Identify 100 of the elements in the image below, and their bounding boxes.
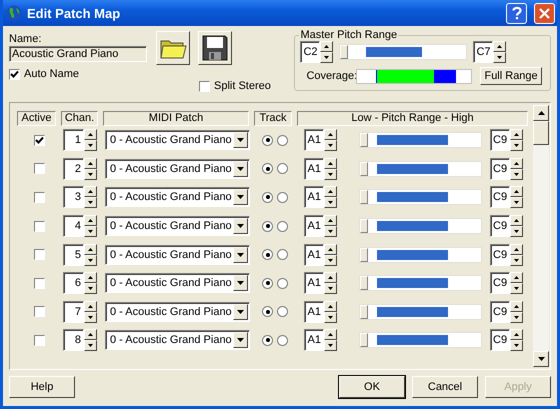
spin-buttons[interactable]	[84, 272, 97, 294]
midi-patch-dropdown[interactable]: 0 - Acoustic Grand Piano	[105, 273, 250, 294]
high-pitch-field[interactable]: C9	[490, 244, 510, 266]
low-pitch-field[interactable]: C2	[300, 41, 320, 63]
auto-name-checkbox[interactable]	[9, 68, 20, 80]
low-pitch-field[interactable]: A1	[304, 129, 324, 152]
spin-buttons[interactable]	[324, 129, 337, 152]
spin-buttons[interactable]	[324, 215, 337, 238]
low-pitch-field[interactable]: A1	[304, 244, 324, 266]
high-pitch-field[interactable]: C9	[490, 158, 510, 180]
spin-buttons[interactable]	[510, 129, 523, 152]
track-radio[interactable]	[262, 278, 273, 289]
pitch-range-slider[interactable]	[339, 44, 468, 60]
active-checkbox[interactable]	[34, 220, 44, 232]
spin-buttons[interactable]	[84, 129, 97, 152]
track-radio[interactable]	[262, 249, 273, 260]
track-radio[interactable]	[277, 163, 288, 174]
low-pitch-field[interactable]: A1	[304, 329, 324, 352]
spin-buttons[interactable]	[510, 272, 523, 294]
spin-buttons[interactable]	[84, 215, 97, 238]
low-pitch-field[interactable]: A1	[304, 186, 324, 208]
channel-field[interactable]: 2	[63, 158, 84, 180]
track-radio[interactable]	[262, 220, 273, 232]
channel-field[interactable]: 1	[63, 129, 84, 152]
spin-buttons[interactable]	[510, 215, 523, 238]
spin-buttons[interactable]	[84, 244, 97, 266]
active-checkbox[interactable]	[34, 306, 44, 318]
low-pitch-field[interactable]: A1	[304, 300, 324, 323]
spin-buttons[interactable]	[324, 244, 337, 266]
pitch-range-slider[interactable]	[359, 332, 482, 348]
dialog-button[interactable]: Help	[9, 376, 75, 398]
midi-patch-dropdown[interactable]: 0 - Acoustic Grand Piano	[105, 330, 250, 350]
track-radio[interactable]	[277, 334, 288, 346]
full-range-button[interactable]: Full Range	[480, 67, 542, 85]
track-radio[interactable]	[277, 306, 288, 318]
track-radio[interactable]	[262, 134, 273, 146]
track-radio[interactable]	[277, 278, 288, 289]
midi-patch-dropdown[interactable]: 0 - Acoustic Grand Piano	[105, 244, 250, 265]
active-checkbox[interactable]	[34, 334, 44, 346]
close-button[interactable]	[534, 2, 555, 24]
track-radio[interactable]	[262, 163, 273, 174]
high-pitch-field[interactable]: C9	[490, 129, 510, 152]
active-checkbox[interactable]	[34, 134, 44, 146]
spin-buttons[interactable]	[493, 41, 506, 63]
track-radio[interactable]	[277, 220, 288, 232]
name-field[interactable]: Acoustic Grand Piano	[9, 46, 147, 62]
spin-buttons[interactable]	[320, 41, 334, 63]
channel-field[interactable]: 5	[63, 244, 84, 266]
pitch-range-slider[interactable]	[359, 218, 482, 234]
active-checkbox[interactable]	[34, 192, 44, 203]
split-stereo-checkbox[interactable]	[199, 80, 210, 92]
midi-patch-dropdown[interactable]: 0 - Acoustic Grand Piano	[105, 158, 250, 179]
midi-patch-dropdown[interactable]: 0 - Acoustic Grand Piano	[105, 302, 250, 322]
spin-buttons[interactable]	[84, 300, 97, 323]
pitch-range-slider[interactable]	[359, 246, 482, 263]
active-checkbox[interactable]	[34, 249, 44, 260]
open-button[interactable]	[156, 31, 190, 65]
channel-field[interactable]: 4	[63, 215, 84, 238]
spin-buttons[interactable]	[510, 158, 523, 180]
track-radio[interactable]	[262, 192, 273, 203]
vertical-scrollbar[interactable]	[533, 105, 549, 367]
spin-buttons[interactable]	[510, 186, 523, 208]
spin-buttons[interactable]	[84, 158, 97, 180]
track-radio[interactable]	[277, 134, 288, 146]
active-checkbox[interactable]	[34, 163, 44, 174]
low-pitch-field[interactable]: A1	[304, 272, 324, 294]
channel-field[interactable]: 8	[63, 329, 84, 352]
track-radio[interactable]	[262, 306, 273, 318]
active-checkbox[interactable]	[34, 278, 44, 289]
spin-buttons[interactable]	[324, 300, 337, 323]
pitch-range-slider[interactable]	[359, 275, 482, 292]
spin-buttons[interactable]	[510, 300, 523, 323]
help-button[interactable]	[506, 2, 527, 24]
spin-buttons[interactable]	[84, 186, 97, 208]
spin-buttons[interactable]	[324, 272, 337, 294]
channel-field[interactable]: 3	[63, 186, 84, 208]
channel-field[interactable]: 7	[63, 300, 84, 323]
channel-field[interactable]: 6	[63, 272, 84, 294]
high-pitch-field[interactable]: C9	[490, 272, 510, 294]
high-pitch-field[interactable]: C9	[490, 329, 510, 352]
pitch-range-slider[interactable]	[359, 160, 482, 177]
midi-patch-dropdown[interactable]: 0 - Acoustic Grand Piano	[105, 187, 250, 208]
high-pitch-field[interactable]: C9	[490, 186, 510, 208]
midi-patch-dropdown[interactable]: 0 - Acoustic Grand Piano	[105, 216, 250, 236]
high-pitch-field[interactable]: C7	[473, 41, 494, 63]
dialog-button[interactable]: Cancel	[412, 376, 478, 398]
low-pitch-field[interactable]: A1	[304, 215, 324, 238]
track-radio[interactable]	[262, 334, 273, 346]
save-button[interactable]	[198, 31, 232, 65]
track-radio[interactable]	[277, 249, 288, 260]
pitch-range-slider[interactable]	[359, 189, 482, 206]
dialog-button[interactable]: OK	[339, 376, 405, 398]
spin-buttons[interactable]	[324, 186, 337, 208]
track-radio[interactable]	[277, 192, 288, 203]
low-pitch-field[interactable]: A1	[304, 158, 324, 180]
pitch-range-slider[interactable]	[359, 304, 482, 320]
high-pitch-field[interactable]: C9	[490, 300, 510, 323]
spin-buttons[interactable]	[510, 244, 523, 266]
scroll-thumb[interactable]	[533, 121, 549, 145]
spin-buttons[interactable]	[510, 329, 523, 352]
